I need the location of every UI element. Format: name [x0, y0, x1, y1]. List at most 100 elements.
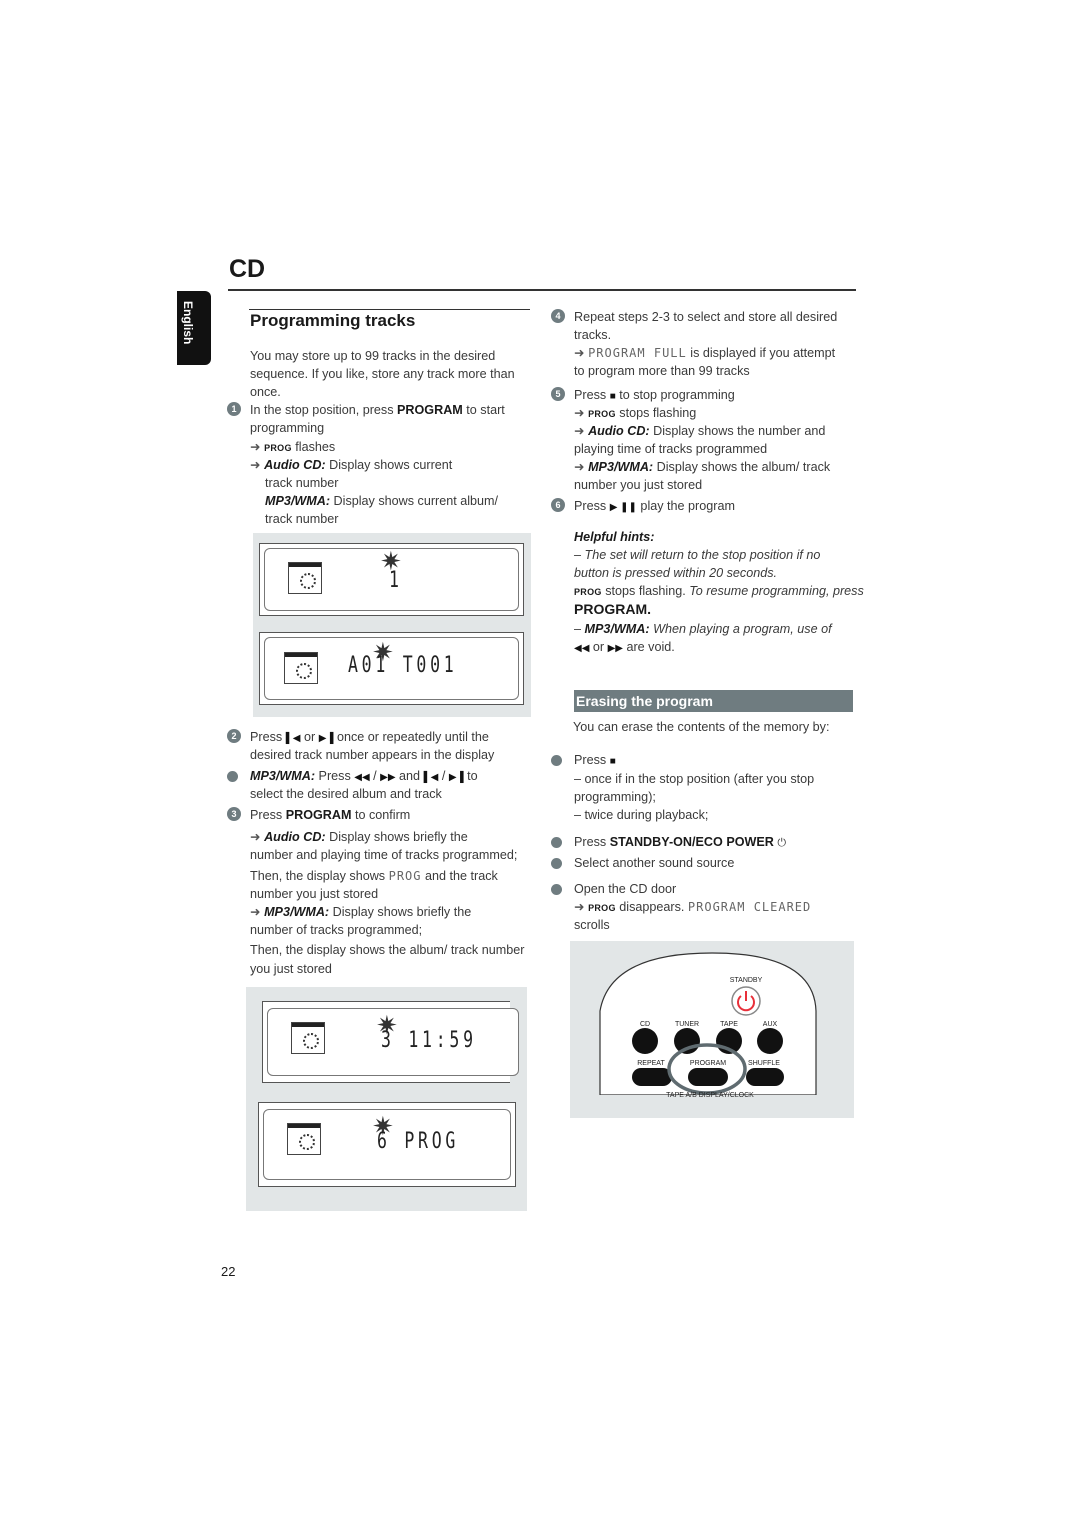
hints-title: Helpful hints:: [574, 530, 655, 544]
key-name: STANDBY-ON/ECO POWER: [609, 835, 774, 849]
label: Audio CD:: [264, 458, 326, 472]
lcd-text: 1: [389, 568, 403, 593]
text: Press: [574, 499, 610, 513]
arrow-icon: ➜: [574, 424, 589, 438]
hint-line: – MP3/WMA: When playing a program, use o…: [574, 620, 832, 638]
label: MP3/WMA:: [584, 622, 650, 636]
lcd-text: PROGRAM CLEARED: [687, 900, 812, 914]
text: to start: [462, 403, 505, 417]
lcd-display: ✷ 1: [259, 543, 524, 616]
result-line: Then, the display shows the album/ track…: [250, 943, 525, 957]
lcd-text: PROGRAM FULL: [588, 346, 687, 360]
erase-item: Press ■: [574, 751, 616, 771]
result-line: ➜ PROG disappears. PROGRAM CLEARED: [574, 898, 811, 917]
hint-line: – The set will return to the stop positi…: [574, 548, 821, 562]
remote-figure: STANDBY CD TUNER TAPE AUX REPEAT PROGRAM…: [570, 941, 854, 1118]
label: MP3/WMA:: [250, 769, 316, 783]
prog-indicator: PROG: [264, 443, 292, 453]
label: Audio CD:: [264, 830, 326, 844]
text: To resume programming, press: [689, 584, 864, 598]
step-number: 2: [227, 729, 241, 743]
display-figure-1: ✷ 1 ✷ A01 T001: [253, 533, 531, 717]
text: and: [395, 769, 424, 783]
key-name: PROGRAM: [285, 808, 352, 822]
page-number: 22: [221, 1264, 236, 1279]
result-line: ➜ PROG flashes: [250, 438, 335, 457]
section-title: CD: [229, 255, 266, 283]
result-line: ➜ Audio CD: Display shows briefly the: [250, 828, 468, 846]
subsection-title: Programming tracks: [250, 311, 416, 330]
step4-text: Repeat steps 2-3 to select and store all…: [574, 310, 838, 324]
hint-line: button is pressed within 20 seconds.: [574, 566, 778, 580]
label: Audio CD:: [588, 424, 650, 438]
stop-icon: ■: [609, 756, 616, 767]
text: /: [369, 769, 381, 783]
erase-title: Erasing the program: [576, 693, 713, 709]
text: Display shows briefly the: [329, 905, 472, 919]
result-line: ➜ PROG stops flashing: [574, 404, 696, 423]
result-line: playing time of tracks programmed: [574, 442, 768, 456]
step1-text: In the stop position, press PROGRAM to s…: [250, 401, 505, 419]
disc-icon: [288, 562, 322, 594]
hint-line: PROGRAM.: [574, 601, 651, 617]
result-line: ➜ MP3/WMA: Display shows the album/ trac…: [574, 458, 830, 476]
step5-text: Press ■ to stop programming: [574, 386, 735, 406]
step-number: 4: [551, 309, 565, 323]
text: Display shows the album/ track: [653, 460, 831, 474]
cd-label: CD: [640, 1021, 650, 1028]
arrow-icon: ➜: [574, 406, 589, 420]
lcd-text: PROG: [388, 869, 422, 883]
key-name: PROGRAM: [397, 403, 463, 417]
display-figure-2: ✷ 3 11:59 ✷ 6 PROG: [246, 987, 527, 1211]
text: to: [463, 769, 478, 783]
bullet-icon: [227, 771, 238, 782]
arrow-icon: ➜: [250, 830, 265, 844]
result-line: track number: [265, 512, 339, 526]
text: to confirm: [351, 808, 411, 822]
lcd-text: A01 T001: [348, 653, 458, 678]
label: MP3/WMA:: [264, 905, 330, 919]
next-track-icon: ▶▐: [318, 733, 334, 744]
label: MP3/WMA:: [588, 460, 654, 474]
text: are void.: [622, 640, 675, 654]
language-tab: English: [177, 291, 211, 365]
bullet-icon: [551, 837, 562, 848]
text: Press: [315, 769, 355, 783]
erase-intro: You can erase the contents of the memory…: [573, 720, 830, 734]
text: Press: [574, 753, 610, 767]
label: MP3/WMA:: [265, 494, 331, 508]
text: When playing a program, use of: [649, 622, 832, 636]
rewind-icon: ◀◀: [574, 643, 590, 654]
repeat-button: [632, 1068, 672, 1086]
bottom-labels: TAPE A/B DISPLAY/CLOCK: [666, 1092, 754, 1099]
result-line: ➜ Audio CD: Display shows the number and: [574, 422, 825, 440]
text: In the stop position, press: [250, 403, 398, 417]
step1-text: programming: [250, 421, 325, 435]
shuffle-button: [746, 1068, 784, 1086]
arrow-icon: ➜: [250, 905, 265, 919]
next-track-icon: ▶▐: [448, 772, 464, 783]
lcd-text: 6 PROG: [377, 1129, 460, 1154]
result-line: number of tracks programmed;: [250, 923, 423, 937]
program-label: PROGRAM: [690, 1060, 726, 1067]
arrow-icon: ➜: [574, 460, 589, 474]
previous-track-icon: ▌◀: [423, 772, 439, 783]
step-number: 5: [551, 387, 565, 401]
text: Then, the display shows: [250, 869, 389, 883]
result-line: ➜ Audio CD: Display shows current: [250, 456, 452, 474]
lcd-text: 3 11:59: [381, 1028, 477, 1053]
result-line: MP3/WMA: Display shows current album/: [265, 492, 498, 510]
prog-indicator: PROG: [588, 409, 616, 419]
result-line: you just stored: [250, 962, 332, 976]
repeat-label: REPEAT: [637, 1060, 665, 1067]
bullet-icon: [551, 755, 562, 766]
disc-icon: [287, 1123, 321, 1155]
arrow-icon: ➜: [250, 458, 265, 472]
text: stops flashing: [615, 406, 697, 420]
result-line: to program more than 99 tracks: [574, 364, 750, 378]
step3-text: Press PROGRAM to confirm: [250, 806, 410, 824]
prog-indicator: PROG: [574, 587, 602, 597]
erase-subitem: – twice during playback;: [574, 808, 709, 822]
fast-forward-icon: ▶▶: [380, 772, 396, 783]
result-line: track number: [265, 476, 339, 490]
